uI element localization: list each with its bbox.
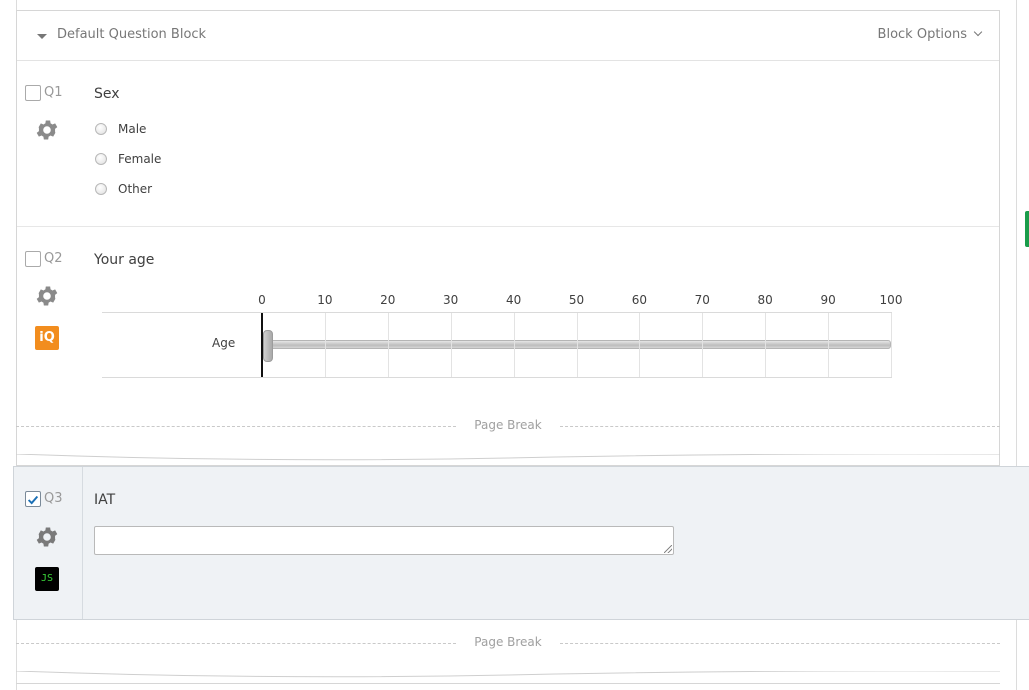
slider-grid-line	[324, 313, 326, 377]
slider-grid-line	[765, 313, 767, 377]
page-break-label: Page Break	[468, 418, 548, 432]
page-break-line	[560, 426, 1000, 427]
slider-grid-line	[576, 313, 578, 377]
question-title: IAT	[94, 492, 116, 508]
question-number: Q1	[44, 85, 63, 100]
caret-down-icon[interactable]	[37, 34, 47, 39]
slider-tick-label: 10	[317, 293, 333, 307]
slider-question: 0 10 20 30 40 50 60 70 80 90 100 Age	[102, 293, 902, 378]
page-break[interactable]: Page Break	[16, 629, 1000, 659]
side-tab-indicator[interactable]	[1025, 211, 1029, 247]
question-select-checkbox[interactable]	[25, 251, 41, 267]
slider-tick-label: 40	[505, 293, 522, 307]
slider-tick-label: 70	[694, 293, 710, 307]
question-block: Default Question Block Block Options Q1 …	[16, 10, 1000, 466]
slider-grid-line	[387, 313, 389, 377]
radio-button[interactable]	[95, 183, 107, 195]
slider-tick-label: 50	[568, 293, 585, 307]
page-break[interactable]: Page Break	[16, 412, 1000, 442]
slider-tick-label: 0	[258, 293, 266, 307]
question-select-checkbox[interactable]	[25, 85, 41, 101]
slider-grid: Age	[102, 312, 892, 378]
slider-tick-label: 100	[879, 293, 903, 307]
slider-grid-line	[513, 313, 515, 377]
slider-grid-line	[639, 313, 641, 377]
question-number: Q2	[44, 251, 63, 266]
slider-tick-label: 80	[757, 293, 773, 307]
block-options-label: Block Options	[877, 27, 967, 42]
slider-grid-line	[891, 313, 892, 377]
gear-icon[interactable]	[34, 283, 60, 309]
slider-statement-label: Age	[212, 336, 236, 350]
slider-tick-label: 30	[443, 293, 459, 307]
slider-tick-label: 60	[631, 293, 648, 307]
choice-label: Other	[118, 182, 153, 196]
page-break-line	[16, 426, 456, 427]
block-title[interactable]: Default Question Block	[57, 27, 206, 42]
question-title: Your age	[94, 252, 155, 268]
torn-edge-divider	[16, 671, 1000, 678]
gear-icon[interactable]	[34, 524, 60, 550]
question-sidebar: Q3 JS	[14, 467, 83, 619]
question-q2[interactable]: Q2 iQ Your age 0 10 20 30 40 50 60 70 80 90 100 Ag…	[17, 228, 999, 428]
slider-tick-label: 20	[380, 293, 396, 307]
text-entry-field[interactable]	[94, 526, 674, 555]
slider-grid-line	[828, 313, 830, 377]
page-break-line	[560, 643, 1000, 644]
page-break-label: Page Break	[468, 635, 548, 649]
question-title: Sex	[94, 86, 120, 102]
page-break-line	[16, 643, 456, 644]
question-number: Q3	[44, 491, 63, 506]
chevron-down-icon	[973, 27, 983, 37]
slider-tick-label: 90	[820, 293, 836, 307]
torn-edge-divider	[16, 454, 1000, 461]
block-options-button[interactable]: Block Options	[877, 27, 983, 42]
radio-button[interactable]	[95, 123, 107, 135]
radio-button[interactable]	[95, 153, 107, 165]
slider-handle[interactable]	[263, 330, 273, 362]
question-select-checkbox[interactable]	[25, 491, 41, 507]
block-header: Default Question Block Block Options	[17, 11, 999, 61]
choice-label: Male	[118, 122, 147, 136]
checkmark-icon	[27, 495, 39, 505]
slider-grid-line	[702, 313, 704, 377]
iq-icon[interactable]: iQ	[35, 326, 59, 350]
question-q3-selected[interactable]: Q3 JS IAT	[13, 466, 1029, 620]
question-q1[interactable]: Q1 Sex Male Female Other	[17, 62, 999, 227]
resize-handle-icon[interactable]	[664, 545, 672, 553]
choice-label: Female	[118, 152, 162, 166]
gear-icon[interactable]	[34, 117, 60, 143]
slider-grid-line	[450, 313, 452, 377]
next-block-edge	[16, 683, 1000, 690]
slider-origin-line	[261, 313, 263, 377]
js-icon[interactable]: JS	[35, 567, 59, 591]
